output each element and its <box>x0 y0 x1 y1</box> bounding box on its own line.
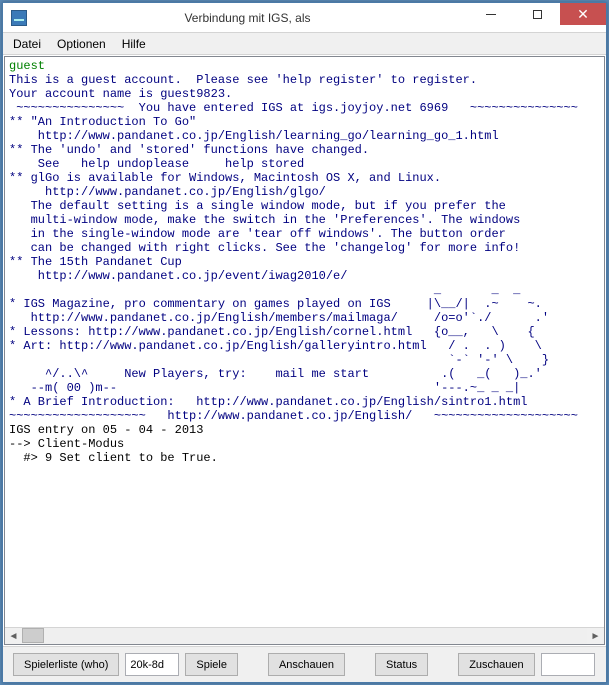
terminal-line: ~~~~~~~~~~~~~~~ You have entered IGS at … <box>9 101 578 115</box>
terminal-line: ^/..\^ New Players, try: mail me start .… <box>9 367 542 381</box>
terminal-line: ** The 'undo' and 'stored' functions hav… <box>9 143 369 157</box>
content-area: guest This is a guest account. Please se… <box>4 56 605 645</box>
terminal-line: * IGS Magazine, pro commentary on games … <box>9 297 542 311</box>
window-title: Verbindung mit IGS, als <box>27 11 468 25</box>
titlebar: Verbindung mit IGS, als ✕ <box>3 3 606 33</box>
menu-file[interactable]: Datei <box>5 34 49 54</box>
terminal-line: #> 9 Set client to be True. <box>9 451 218 465</box>
terminal-line: multi-window mode, make the switch in th… <box>9 213 520 227</box>
terminal-line: http://www.pandanet.co.jp/English/glgo/ <box>9 185 326 199</box>
terminal-line: The default setting is a single window m… <box>9 199 506 213</box>
terminal-line: http://www.pandanet.co.jp/event/iwag2010… <box>9 269 347 283</box>
observe-button[interactable]: Zuschauen <box>458 653 534 676</box>
terminal-line: can be changed with right clicks. See th… <box>9 241 520 255</box>
terminal-line: ~~~~~~~~~~~~~~~~~~~ http://www.pandanet.… <box>9 409 578 423</box>
terminal-line: ** The 15th Pandanet Cup <box>9 255 182 269</box>
terminal-line: * A Brief Introduction: http://www.panda… <box>9 395 527 409</box>
terminal-line: ** "An Introduction To Go" <box>9 115 196 129</box>
maximize-button[interactable] <box>514 3 560 25</box>
terminal-output[interactable]: guest This is a guest account. Please se… <box>5 57 604 627</box>
app-icon <box>11 10 27 26</box>
menu-options[interactable]: Optionen <box>49 34 114 54</box>
terminal-line: guest <box>9 59 45 73</box>
rank-input[interactable] <box>125 653 179 676</box>
status-button[interactable]: Status <box>375 653 428 676</box>
scroll-right-arrow-icon[interactable]: ► <box>587 628 604 645</box>
minimize-button[interactable] <box>468 3 514 25</box>
menu-help[interactable]: Hilfe <box>114 34 154 54</box>
playerlist-button[interactable]: Spielerliste (who) <box>13 653 119 676</box>
terminal-line: See help undoplease help stored <box>9 157 304 171</box>
window-controls: ✕ <box>468 3 606 25</box>
terminal-line: http://www.pandanet.co.jp/English/learni… <box>9 129 499 143</box>
terminal-line: This is a guest account. Please see 'hel… <box>9 73 477 87</box>
terminal-line: --> Client-Modus <box>9 437 124 451</box>
terminal-line: Your account name is guest9823. <box>9 87 232 101</box>
terminal-line: * Art: http://www.pandanet.co.jp/English… <box>9 339 542 353</box>
app-window: Verbindung mit IGS, als ✕ Datei Optionen… <box>2 2 607 683</box>
terminal-line: IGS entry on 05 - 04 - 2013 <box>9 423 203 437</box>
horizontal-scrollbar[interactable]: ◄ ► <box>5 627 604 644</box>
close-button[interactable]: ✕ <box>560 3 606 25</box>
terminal-line: in the single-window mode are 'tear off … <box>9 227 506 241</box>
watch-button[interactable]: Anschauen <box>268 653 345 676</box>
observe-input[interactable] <box>541 653 595 676</box>
terminal-line: * Lessons: http://www.pandanet.co.jp/Eng… <box>9 325 535 339</box>
menubar: Datei Optionen Hilfe <box>3 33 606 55</box>
terminal-line: `-` '-' \ } <box>9 353 549 367</box>
games-button[interactable]: Spiele <box>185 653 238 676</box>
button-bar: Spielerliste (who) Spiele Anschauen Stat… <box>3 646 606 682</box>
scroll-left-arrow-icon[interactable]: ◄ <box>5 628 22 645</box>
terminal-line: http://www.pandanet.co.jp/English/member… <box>9 311 549 325</box>
scroll-thumb[interactable] <box>22 628 44 643</box>
terminal-line: _ _ _ <box>9 283 520 297</box>
scroll-track[interactable] <box>22 628 587 645</box>
terminal-line: --m( 00 )m-- '---.~_ _ _| <box>9 381 520 395</box>
terminal-line: ** glGo is available for Windows, Macint… <box>9 171 441 185</box>
